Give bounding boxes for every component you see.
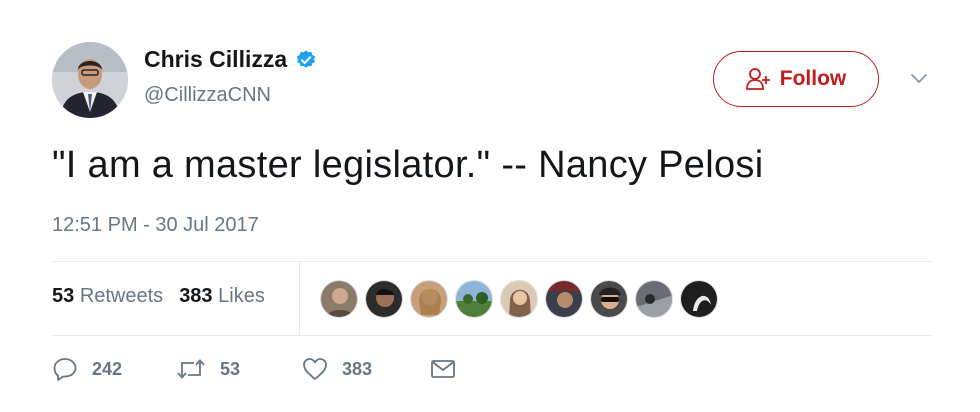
tweet-text: "I am a master legislator." -- Nancy Pel…: [52, 144, 764, 186]
add-user-icon: [745, 68, 770, 90]
likes-stat[interactable]: 383 Likes: [179, 285, 265, 307]
follow-button[interactable]: Follow: [713, 51, 879, 107]
stats-divider-vertical: [299, 262, 300, 335]
like-button[interactable]: 383: [302, 357, 430, 381]
liker-avatars: [320, 280, 725, 318]
author-display-name[interactable]: Chris Cillizza: [144, 46, 287, 73]
verified-badge-icon: [295, 49, 317, 71]
retweet-button[interactable]: 53: [176, 356, 302, 382]
tweet-timestamp[interactable]: 12:51 PM - 30 Jul 2017: [52, 214, 259, 237]
liker-avatar-9[interactable]: [680, 280, 718, 318]
author-name-row[interactable]: Chris Cillizza: [144, 46, 317, 73]
tweet-action-bar: 242 53 383: [52, 356, 470, 382]
retweets-stat[interactable]: 53 Retweets: [52, 285, 163, 307]
author-avatar[interactable]: [52, 42, 128, 118]
liker-avatar-6[interactable]: [545, 280, 583, 318]
author-handle[interactable]: @CillizzaCNN: [144, 84, 271, 107]
likes-count: 383: [179, 285, 213, 307]
like-count: 383: [342, 358, 373, 379]
reply-icon: [53, 358, 77, 381]
envelope-icon: [431, 360, 455, 378]
heart-icon: [303, 358, 327, 380]
stats-divider-bottom: [52, 335, 933, 336]
reply-count: 242: [92, 358, 123, 379]
liker-avatar-4[interactable]: [455, 280, 493, 318]
follow-button-label: Follow: [779, 67, 847, 90]
liker-avatar-3[interactable]: [410, 280, 448, 318]
retweets-label: Retweets: [79, 285, 164, 307]
liker-avatar-1[interactable]: [320, 280, 358, 318]
retweets-count: 53: [52, 285, 75, 307]
retweet-count: 53: [220, 358, 241, 379]
tweet-stats: 53 Retweets 383 Likes: [52, 285, 265, 308]
direct-message-button[interactable]: [430, 358, 470, 380]
liker-avatar-2[interactable]: [365, 280, 403, 318]
likes-label: Likes: [218, 285, 265, 307]
liker-avatar-7[interactable]: [590, 280, 628, 318]
stats-divider-top: [52, 261, 933, 262]
retweet-icon: [177, 359, 205, 379]
chevron-down-icon[interactable]: [908, 68, 930, 90]
liker-avatar-5[interactable]: [500, 280, 538, 318]
liker-avatar-8[interactable]: [635, 280, 673, 318]
reply-button[interactable]: 242: [52, 356, 176, 382]
